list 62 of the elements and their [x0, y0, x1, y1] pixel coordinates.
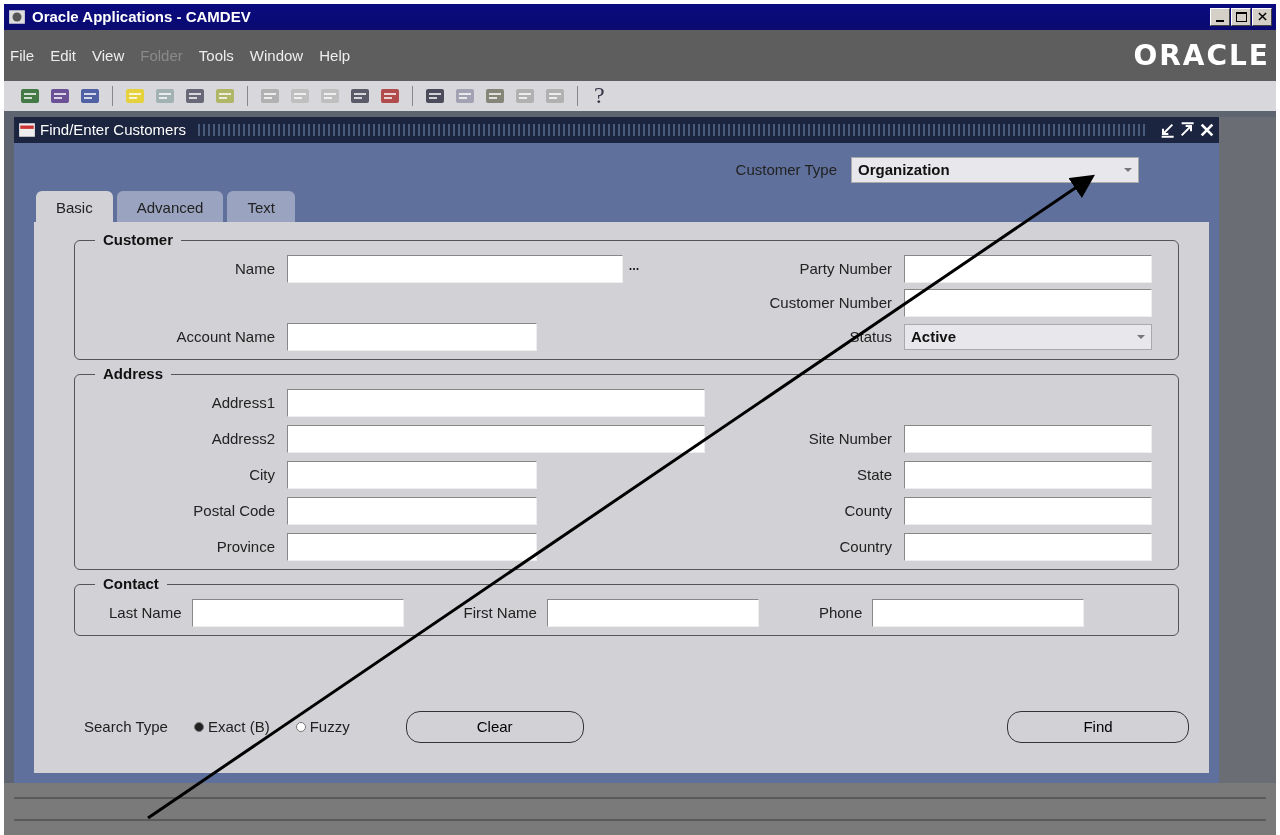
field-label: First Name — [463, 604, 537, 622]
input-field[interactable] — [904, 460, 1152, 489]
field-label: Province — [215, 538, 275, 556]
app-icon — [8, 7, 26, 26]
input-field[interactable] — [287, 254, 623, 283]
field-label: City — [248, 466, 275, 484]
menu-item[interactable]: File — [10, 46, 35, 64]
help-button[interactable]: ? — [594, 82, 605, 110]
input-field[interactable] — [904, 288, 1152, 317]
input-field[interactable] — [287, 460, 537, 489]
close-icon[interactable] — [1257, 12, 1267, 22]
field-label: Postal Code — [192, 502, 275, 520]
input-field[interactable] — [904, 424, 1152, 453]
field-label: County — [843, 502, 892, 520]
field-label: Site Number — [807, 430, 892, 448]
input-field[interactable] — [546, 598, 759, 627]
customer-type-select[interactable]: Organization — [851, 156, 1139, 183]
input-field[interactable] — [904, 532, 1152, 561]
menu-item[interactable]: Window — [249, 46, 304, 64]
close-button[interactable] — [1252, 7, 1272, 26]
field-label: State — [855, 466, 892, 484]
field-label: Phone — [818, 604, 863, 622]
field-label: Party Number — [798, 260, 892, 278]
form-title: Find/Enter Customers — [40, 121, 186, 139]
input-field[interactable] — [287, 496, 537, 525]
menu-item[interactable]: Edit — [50, 46, 77, 64]
field-label: Customer Number — [768, 294, 892, 312]
tab[interactable]: Text — [227, 190, 295, 222]
field-label: Country — [838, 538, 892, 556]
input-field[interactable] — [287, 424, 705, 453]
maximize-button[interactable] — [1231, 7, 1251, 26]
window-title: Oracle Applications - CAMDEV — [32, 8, 251, 26]
radio-option[interactable]: Fuzzy — [295, 718, 350, 736]
form-button[interactable]: Find — [1007, 710, 1189, 743]
menu-item[interactable]: View — [92, 46, 125, 64]
maximize-icon[interactable] — [1179, 121, 1195, 138]
menu-item[interactable]: Tools — [198, 46, 234, 64]
tab[interactable]: Basic — [36, 190, 113, 222]
field-label: Address1 — [210, 394, 275, 412]
field-label: Account Name — [175, 328, 275, 346]
input-field[interactable] — [287, 322, 537, 351]
input-field[interactable] — [287, 388, 705, 417]
field-label: Last Name — [109, 604, 182, 622]
form-icon — [18, 120, 36, 139]
field-label: Address2 — [210, 430, 275, 448]
field-label: Search Type — [84, 718, 168, 736]
input-field[interactable] — [872, 598, 1085, 627]
form-button[interactable]: Clear — [405, 710, 584, 743]
minimize-button[interactable] — [1210, 7, 1230, 26]
input-field[interactable] — [904, 254, 1152, 283]
brand-logo: ORACLE — [1133, 38, 1270, 72]
field-label: Name — [234, 260, 275, 278]
input-field[interactable] — [287, 532, 537, 561]
field-label: Customer Type — [735, 161, 837, 179]
ellipsis-icon[interactable] — [629, 266, 639, 271]
tab[interactable]: Advanced — [116, 190, 224, 222]
input-field[interactable] — [904, 496, 1152, 525]
radio-option[interactable]: Exact (B) — [193, 718, 270, 736]
menu-item[interactable]: Help — [319, 46, 351, 64]
status-select[interactable]: Active — [904, 323, 1152, 350]
restore-icon[interactable] — [1159, 121, 1175, 138]
input-field[interactable] — [191, 598, 404, 627]
